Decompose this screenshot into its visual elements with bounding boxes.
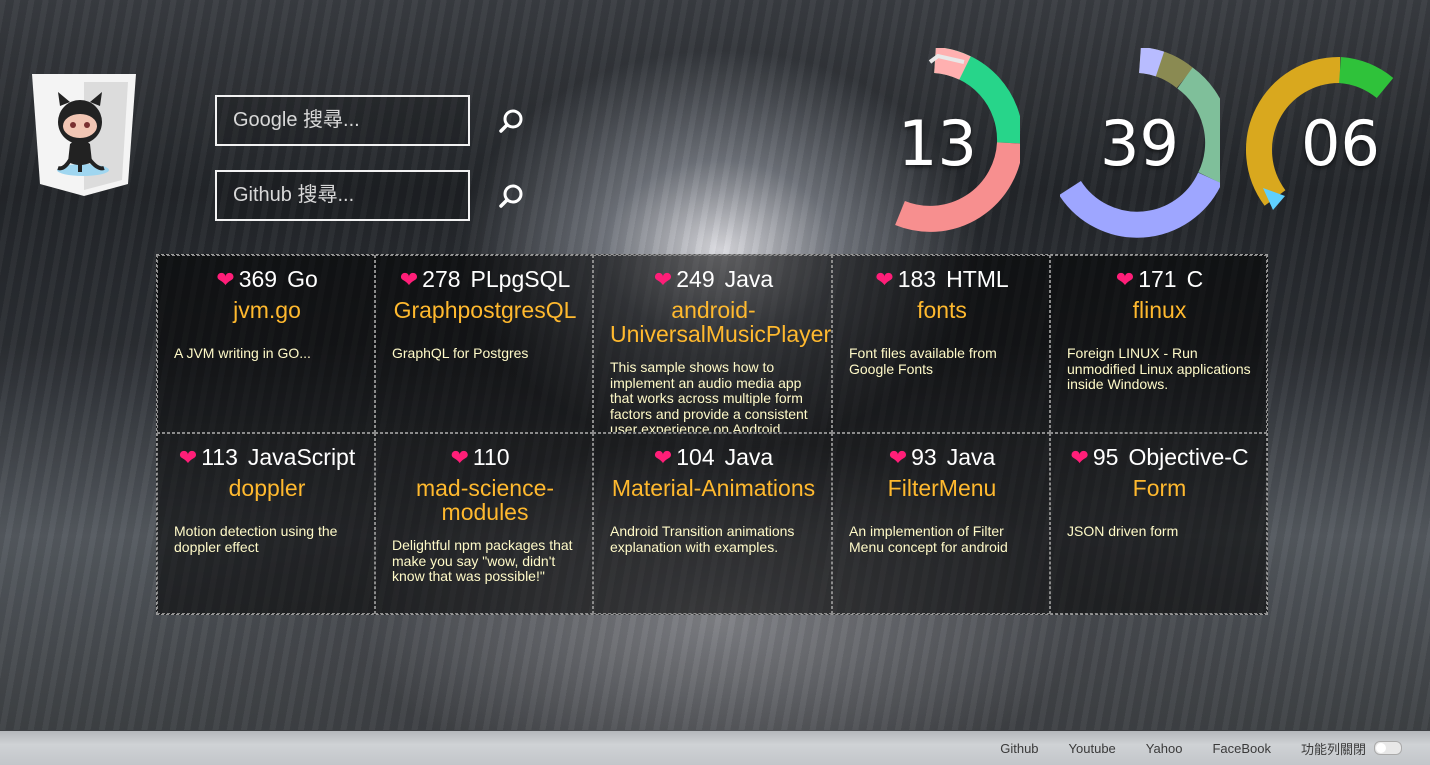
repo-card[interactable]: ❤ 113 JavaScript doppler Motion detection us… [157,433,375,614]
repo-description: JSON driven form [1067,523,1179,539]
github-octocat-logo-icon[interactable] [28,72,138,198]
repo-card[interactable]: ❤ 104 Java Material-Animations Android Trans… [593,433,832,614]
repo-language: Java [724,444,774,470]
heart-icon: ❤ [178,445,198,470]
repo-name[interactable]: doppler [174,476,360,500]
repo-card[interactable]: ❤ 95 Objective-C Form JSON driven form [1050,433,1267,614]
repo-stars: 278 [422,266,461,292]
search-icon [499,184,523,208]
footer-link-github[interactable]: Github [1000,741,1038,756]
search-icon [499,109,523,133]
footer-bar: Github Youtube Yahoo FaceBook 功能列關閉 [0,731,1430,765]
minutes-clock: 39 [1059,47,1232,238]
toolbar-toggle-switch[interactable] [1374,741,1402,755]
repo-stars: 369 [238,266,278,292]
repo-header: ❤ 171 C [1067,266,1252,293]
repo-header: ❤ 95 Objective-C [1067,444,1252,471]
repo-header: ❤ 278 PLpgSQL [392,266,578,293]
repo-stars: 95 [1092,444,1119,470]
trending-repos-grid: ❤ 369 Go jvm.go A JVM writing in GO... ❤ 278 PL… [156,254,1268,615]
seconds-value: 06 [1301,106,1380,180]
heart-icon: ❤ [1070,445,1089,470]
repo-card[interactable]: ❤ 369 Go jvm.go A JVM writing in GO... [157,255,375,433]
heart-icon: ❤ [653,267,673,292]
repo-header: ❤ 104 Java [610,444,817,471]
repo-name[interactable]: Form [1067,476,1252,500]
repo-card[interactable]: ❤ 171 Cflinux Foreign LINUX - Run unmodifie… [1050,255,1267,433]
footer-link-facebook[interactable]: FaceBook [1212,741,1271,756]
footer-link-yahoo[interactable]: Yahoo [1146,741,1183,756]
heart-icon: ❤ [399,267,419,292]
repo-name[interactable]: flinux [1067,298,1252,322]
heart-icon: ❤ [450,445,469,470]
repo-card[interactable]: ❤ 278 PLpgSQL GraphpostgresQL GraphQL for Po… [375,255,593,433]
repo-language: PLpgSQL [470,266,571,292]
github-search-input[interactable] [217,172,498,219]
repo-header: ❤ 110 [392,444,578,471]
repo-description: An implemention of Filter Menu concept f… [849,523,1008,555]
repo-language: C [1186,266,1204,292]
github-search-box [215,170,523,221]
repo-name[interactable]: jvm.go [174,298,360,322]
repo-language: Objective-C [1128,444,1249,470]
repo-stars: 104 [676,444,715,470]
repo-description: Android Transition animations explanatio… [610,523,795,555]
repo-name[interactable]: Material-Animations [610,476,817,500]
repo-header: ❤ 249 Java [610,266,817,293]
repo-language: Java [724,266,774,292]
repo-language: Go [287,266,318,292]
repo-description: A JVM writing in GO... [174,345,311,361]
repo-stars: 110 [472,444,510,470]
repo-description: Foreign LINUX - Run unmodified Linux app… [1067,345,1251,392]
google-search-box [215,95,523,146]
repo-language: JavaScript [247,444,356,470]
repo-stars: 93 [911,444,937,470]
heart-icon: ❤ [875,267,894,292]
repo-card[interactable]: ❤ 183 HTML fonts Font files available from G… [832,255,1050,433]
heart-icon: ❤ [216,267,235,292]
google-search-button[interactable] [498,97,524,144]
hours-value: 13 [898,106,977,180]
repo-description: Motion detection using the doppler effec… [174,523,338,555]
repo-card[interactable]: ❤ 93 Java FilterMenu An implemention of Filt… [832,433,1050,614]
hours-clock: 13 [860,47,1024,238]
repo-description: Font files available from Google Fonts [849,345,997,377]
minutes-value: 39 [1100,106,1179,180]
repo-name[interactable]: mad-science-modules [392,476,578,524]
repo-description: Delightful npm packages that make you sa… [392,537,573,584]
repo-name[interactable]: FilterMenu [849,476,1035,500]
repo-description: This sample shows how to implement an au… [610,359,808,433]
heart-icon: ❤ [653,445,673,470]
repo-stars: 171 [1138,266,1177,292]
repo-header: ❤ 183 HTML [849,266,1035,293]
heart-icon: ❤ [888,445,908,470]
heart-icon: ❤ [1115,267,1135,292]
github-search-button[interactable] [498,172,524,219]
repo-name[interactable]: GraphpostgresQL [392,298,578,322]
footer-link-youtube[interactable]: Youtube [1069,741,1116,756]
repo-card[interactable]: ❤ 110 mad-science-modules Delightful npm pa… [375,433,593,614]
repo-header: ❤ 113 JavaScript [174,444,360,471]
repo-language: Java [946,444,996,470]
repo-name[interactable]: android-UniversalMusicPlayer [610,298,831,346]
repo-header: ❤ 369 Go [174,266,360,293]
repo-name[interactable]: fonts [849,298,1035,322]
repo-stars: 113 [201,444,238,470]
repo-card[interactable]: ❤ 249 Java android-UniversalMusicPlayer This… [593,255,832,433]
repo-language: HTML [946,266,1009,292]
repo-stars: 183 [897,266,937,292]
toolbar-toggle-label[interactable]: 功能列關閉 [1301,739,1366,758]
repo-stars: 249 [676,266,715,292]
repo-description: GraphQL for Postgres [392,345,529,361]
seconds-clock: 06 [1245,48,1405,238]
google-search-input[interactable] [217,97,498,144]
repo-header: ❤ 93 Java [849,444,1035,471]
